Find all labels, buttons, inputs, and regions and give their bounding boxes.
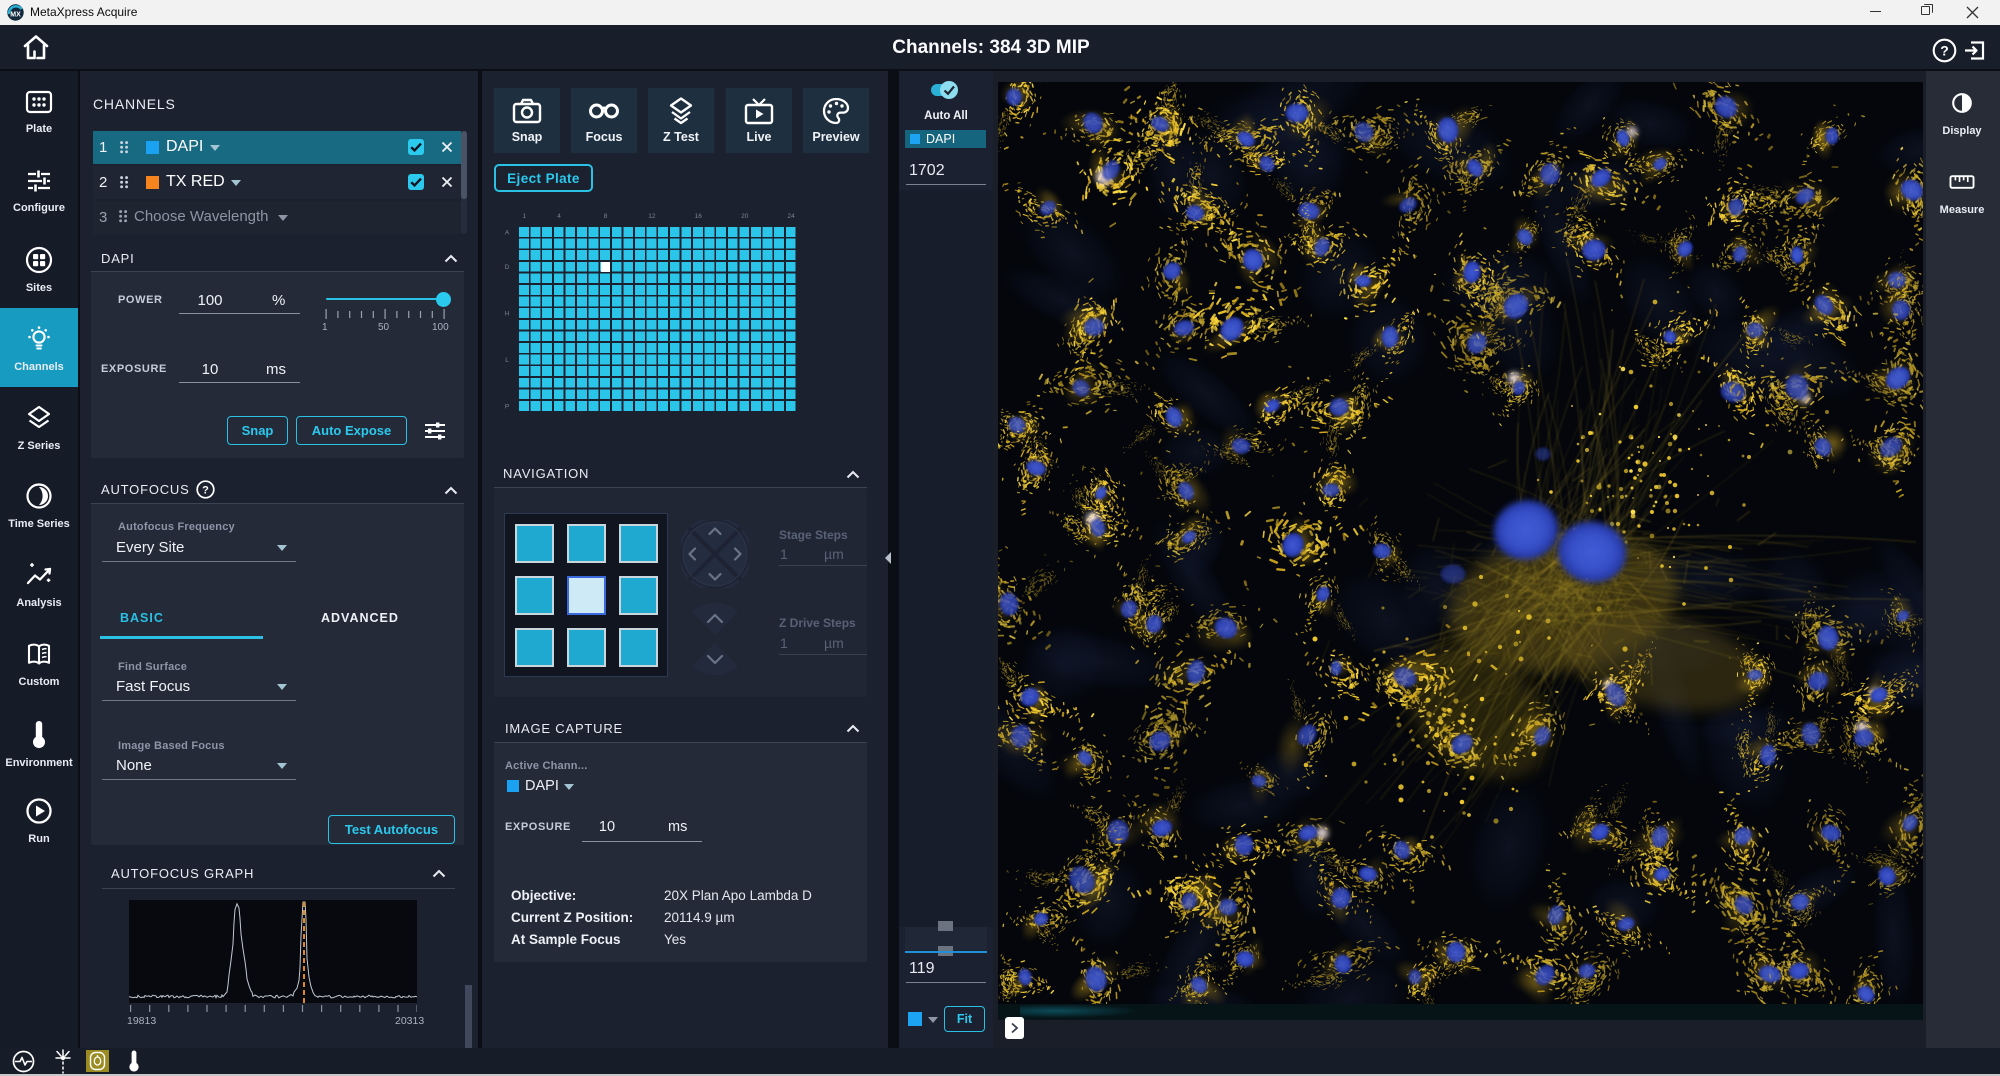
svg-text:24: 24 [787,213,795,220]
svg-text:D: D [505,264,510,271]
svg-text:?: ? [202,485,209,497]
svg-text:12: 12 [648,213,656,220]
svg-text:L: L [505,357,509,364]
svg-text:MX: MX [10,11,21,18]
svg-text:4: 4 [557,213,561,220]
svg-text:16: 16 [695,213,703,220]
svg-text:H: H [505,310,510,317]
svg-text:A: A [505,229,510,236]
svg-text:8: 8 [604,213,608,220]
svg-text:1: 1 [522,213,526,220]
svg-text:20: 20 [741,213,749,220]
svg-text:P: P [505,403,509,410]
svg-text:?: ? [1940,43,1949,59]
